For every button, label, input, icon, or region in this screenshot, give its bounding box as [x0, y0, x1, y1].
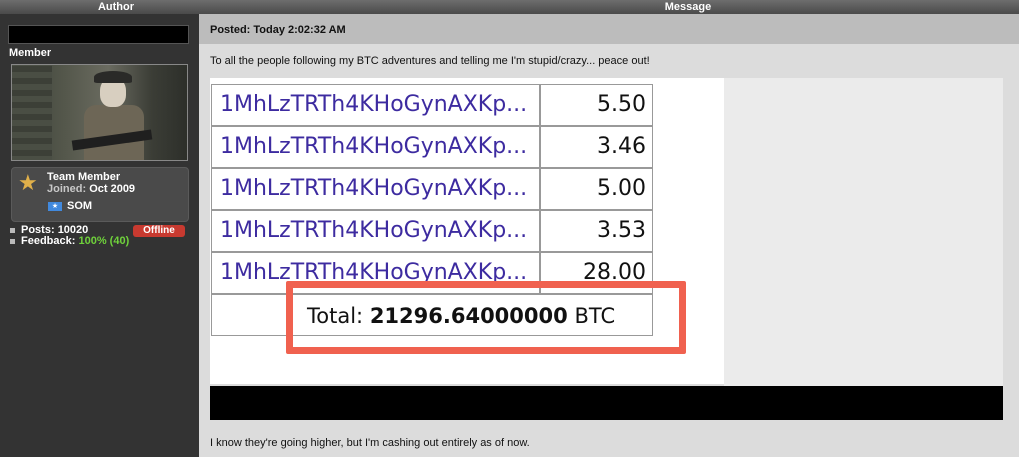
member-rank: Member — [9, 47, 52, 59]
bullet-icon — [10, 239, 15, 244]
joined-label: Joined: — [47, 183, 87, 195]
member-info-box: ★ Team Member Joined: Oct 2009 ★ SOM — [11, 167, 189, 222]
post-text-outro: I know they're going higher, but I'm cas… — [210, 437, 530, 449]
status-badge: Offline — [133, 225, 185, 237]
address-cell: 1MhLzTRTh4KHoGynAXKp... — [211, 168, 540, 210]
amount-cell: 3.53 — [540, 210, 653, 252]
bullet-icon — [10, 228, 15, 233]
redacted-bar — [210, 386, 1003, 420]
member-title: Team Member — [47, 171, 121, 183]
country-code: SOM — [67, 200, 93, 212]
feedback-value[interactable]: 100% (40) — [78, 236, 129, 247]
somalia-flag-icon: ★ — [48, 202, 62, 211]
feedback-label: Feedback: — [21, 235, 76, 247]
amount-cell: 5.00 — [540, 168, 653, 210]
address-cell: 1MhLzTRTh4KHoGynAXKp... — [211, 84, 540, 126]
avatar-figure-cap — [94, 71, 132, 83]
author-column-header: Author — [97, 1, 135, 13]
table-header: Author Message — [0, 0, 1019, 14]
post-header: Posted: Today 2:02:32 AM — [199, 14, 1019, 44]
joined-value: Oct 2009 — [89, 183, 136, 195]
screenshot-grey-area — [724, 78, 1003, 386]
embedded-screenshot[interactable]: 1MhLzTRTh4KHoGynAXKp... 5.50 1MhLzTRTh4K… — [210, 78, 1003, 420]
message-column-header: Message — [664, 1, 712, 13]
star-icon: ★ — [18, 170, 38, 195]
highlight-box — [286, 281, 686, 354]
post-text-intro: To all the people following my BTC adven… — [210, 55, 650, 67]
author-sidebar: Member ★ Team Member Joined: Oct 2009 ★ … — [0, 14, 199, 457]
address-cell: 1MhLzTRTh4KHoGynAXKp... — [211, 126, 540, 168]
username-redacted[interactable] — [8, 25, 189, 44]
post-content: Posted: Today 2:02:32 AM To all the peop… — [199, 14, 1019, 457]
address-cell: 1MhLzTRTh4KHoGynAXKp... — [211, 210, 540, 252]
amount-cell: 3.46 — [540, 126, 653, 168]
feedback-row: Feedback: 100% (40) — [10, 236, 129, 247]
avatar[interactable] — [11, 64, 188, 161]
post-timestamp: Posted: Today 2:02:32 AM — [210, 24, 346, 36]
avatar-background — [12, 65, 52, 160]
amount-cell: 5.50 — [540, 84, 653, 126]
joined-date: Joined: Oct 2009 — [47, 183, 135, 195]
member-stats: Posts: 10020 Feedback: 100% (40) — [10, 225, 129, 247]
